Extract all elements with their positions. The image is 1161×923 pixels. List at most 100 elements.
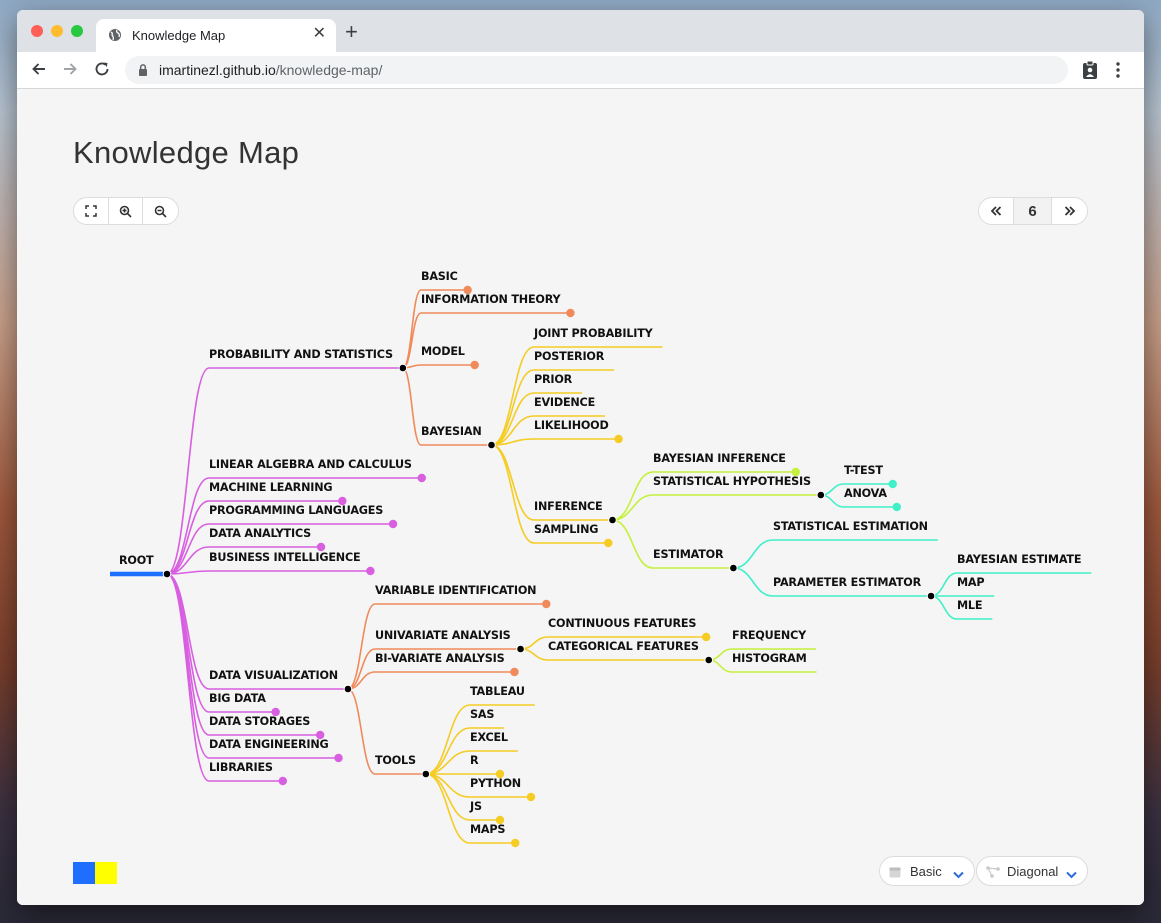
node-toggle-inference[interactable] <box>608 515 617 525</box>
knowledge-map-tree[interactable]: ROOT PROBABILITY AND STATISTICS BASIC INFOR… <box>17 89 1144 905</box>
tree-link-variable-identification <box>347 603 376 690</box>
node-dot-libraries[interactable] <box>278 776 287 786</box>
node-label-posterior[interactable]: POSTERIOR <box>534 350 605 363</box>
node-label-univariate-analysis[interactable]: UNIVARIATE ANALYSIS <box>375 629 511 642</box>
node-label-root[interactable]: ROOT <box>119 554 154 567</box>
browser-tab-active[interactable]: Knowledge Map ✕ <box>96 19 336 52</box>
node-label-data-visualization[interactable]: DATA VISUALIZATION <box>209 669 338 682</box>
node-toggle-statistical-hypothesis[interactable] <box>816 490 826 500</box>
color-swatch-blue[interactable] <box>73 862 95 884</box>
tree-link-information-theory <box>402 312 422 369</box>
node-label-linear-algebra-and-calculus[interactable]: LINEAR ALGEBRA AND CALCULUS <box>209 458 412 471</box>
node-label-continuous-features[interactable]: CONTINUOUS FEATURES <box>548 617 697 630</box>
url-host: imartinezl.github.io <box>159 62 276 78</box>
node-dot-data-analytics[interactable] <box>316 542 326 552</box>
node-label-parameter-estimator[interactable]: PARAMETER ESTIMATOR <box>773 576 922 589</box>
node-label-bayesian[interactable]: BAYESIAN <box>421 425 482 438</box>
node-dot-information-theory[interactable] <box>566 308 575 318</box>
node-label-information-theory[interactable]: INFORMATION THEORY <box>421 293 562 306</box>
node-label-basic[interactable]: BASIC <box>421 270 458 283</box>
back-arrow-icon[interactable] <box>30 60 48 83</box>
extension-clipboard-icon[interactable] <box>1081 60 1099 85</box>
tree-link-continuous-features <box>520 636 549 650</box>
node-dot-t-test[interactable] <box>888 479 897 489</box>
window-minimize-button[interactable] <box>51 25 63 37</box>
node-label-tableau[interactable]: TABLEAU <box>470 685 525 698</box>
node-label-t-test[interactable]: T-TEST <box>844 464 884 477</box>
reload-icon[interactable] <box>93 60 111 83</box>
node-dot-model[interactable] <box>470 360 479 370</box>
tab-close-icon[interactable]: ✕ <box>313 26 326 42</box>
node-label-maps[interactable]: MAPS <box>470 823 506 836</box>
node-toggle-data-visualization[interactable] <box>343 684 353 694</box>
browser-menu-icon[interactable] <box>1115 61 1121 84</box>
node-label-model[interactable]: MODEL <box>421 345 465 358</box>
node-dot-programming-languages[interactable] <box>388 519 398 529</box>
node-label-data-analytics[interactable]: DATA ANALYTICS <box>209 527 311 540</box>
node-label-map[interactable]: MAP <box>957 576 985 589</box>
node-toggle-probability-and-statistics[interactable] <box>398 363 408 373</box>
node-dot-variable-identification[interactable] <box>542 599 551 609</box>
node-toggle-tools[interactable] <box>421 769 431 779</box>
node-label-evidence[interactable]: EVIDENCE <box>534 396 595 409</box>
node-label-bayesian-inference[interactable]: BAYESIAN INFERENCE <box>653 452 786 465</box>
node-label-bayesian-estimate[interactable]: BAYESIAN ESTIMATE <box>957 553 1081 566</box>
node-label-python[interactable]: PYTHON <box>470 777 521 790</box>
node-label-prior[interactable]: PRIOR <box>534 373 573 386</box>
node-label-mle[interactable]: MLE <box>957 599 983 612</box>
node-dot-data-engineering[interactable] <box>334 753 343 763</box>
node-label-js[interactable]: JS <box>469 800 482 813</box>
node-dot-sampling[interactable] <box>604 538 613 548</box>
node-label-inference[interactable]: INFERENCE <box>534 500 603 513</box>
node-toggle-estimator[interactable] <box>729 563 738 573</box>
node-label-estimator[interactable]: ESTIMATOR <box>653 548 724 561</box>
node-label-machine-learning[interactable]: MACHINE LEARNING <box>209 481 333 494</box>
node-dot-maps[interactable] <box>511 838 520 848</box>
node-label-variable-identification[interactable]: VARIABLE IDENTIFICATION <box>375 584 537 597</box>
new-tab-icon[interactable]: + <box>345 21 358 43</box>
node-label-tools[interactable]: TOOLS <box>375 754 416 767</box>
node-toggle-root[interactable] <box>162 569 172 579</box>
node-label-histogram[interactable]: HISTOGRAM <box>732 652 807 665</box>
node-dot-likelihood[interactable] <box>614 434 623 444</box>
address-bar[interactable]: imartinezl.github.io/knowledge-map/ <box>125 56 1068 84</box>
node-label-probability-and-statistics[interactable]: PROBABILITY AND STATISTICS <box>209 348 393 361</box>
node-label-bi-variate-analysis[interactable]: BI-VARIATE ANALYSIS <box>375 652 505 665</box>
layout-select[interactable]: Basic <box>879 856 975 886</box>
node-label-libraries[interactable]: LIBRARIES <box>209 761 273 774</box>
node-label-business-intelligence[interactable]: BUSINESS INTELLIGENCE <box>209 551 361 564</box>
window-close-button[interactable] <box>31 25 43 37</box>
node-label-data-engineering[interactable]: DATA ENGINEERING <box>209 738 329 751</box>
node-label-statistical-hypothesis[interactable]: STATISTICAL HYPOTHESIS <box>653 475 811 488</box>
link-style-select[interactable]: Diagonal <box>976 856 1088 886</box>
node-label-frequency[interactable]: FREQUENCY <box>732 629 807 642</box>
node-dot-anova[interactable] <box>892 502 901 512</box>
node-dot-business-intelligence[interactable] <box>366 566 375 576</box>
node-dot-linear-algebra-and-calculus[interactable] <box>417 473 426 483</box>
tree-link-machine-learning <box>166 500 210 575</box>
node-label-likelihood[interactable]: LIKELIHOOD <box>534 419 609 432</box>
node-label-r[interactable]: R <box>470 754 479 767</box>
node-label-sas[interactable]: SAS <box>470 708 495 721</box>
node-label-categorical-features[interactable]: CATEGORICAL FEATURES <box>548 640 699 653</box>
node-label-joint-probability[interactable]: JOINT PROBABILITY <box>533 327 654 340</box>
node-toggle-parameter-estimator[interactable] <box>926 591 936 601</box>
node-label-big-data[interactable]: BIG DATA <box>209 692 266 705</box>
forward-arrow-icon[interactable] <box>61 60 79 83</box>
node-label-statistical-estimation[interactable]: STATISTICAL ESTIMATION <box>773 520 928 533</box>
window-maximize-button[interactable] <box>71 25 83 37</box>
node-dot-continuous-features[interactable] <box>701 632 711 642</box>
node-dot-python[interactable] <box>526 792 536 802</box>
color-swatch-yellow[interactable] <box>95 862 117 884</box>
url-path: /knowledge-map/ <box>275 62 383 78</box>
node-label-data-storages[interactable]: DATA STORAGES <box>209 715 310 728</box>
tree-link-bayesian-estimate <box>930 572 958 597</box>
node-label-excel[interactable]: EXCEL <box>470 731 508 744</box>
node-toggle-univariate-analysis[interactable] <box>516 644 525 654</box>
node-toggle-bayesian[interactable] <box>487 440 496 450</box>
node-label-anova[interactable]: ANOVA <box>844 487 888 500</box>
node-label-sampling[interactable]: SAMPLING <box>534 523 599 536</box>
node-label-programming-languages[interactable]: PROGRAMMING LANGUAGES <box>209 504 383 517</box>
node-dot-bi-variate-analysis[interactable] <box>510 667 519 677</box>
node-toggle-categorical-features[interactable] <box>704 655 714 665</box>
